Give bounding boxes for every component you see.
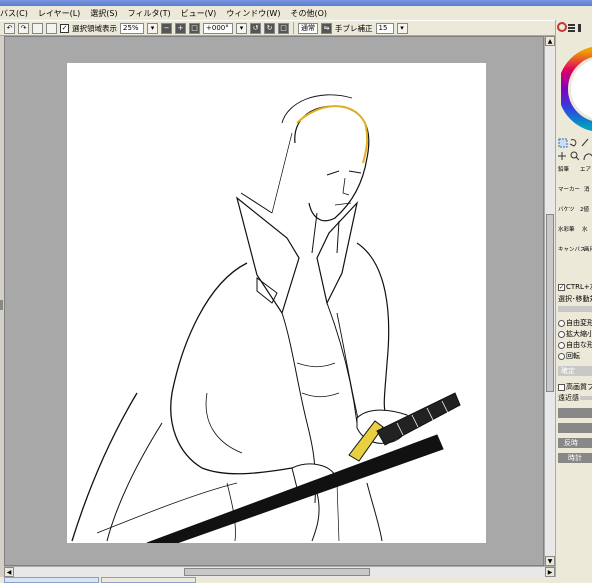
radio-scale[interactable]: 拡大縮小 (558, 329, 592, 339)
tool-binary-pen[interactable]: 2値 (580, 207, 589, 213)
ctrl-option-label: CTRL+左 (566, 283, 592, 291)
invert-selection-button[interactable] (46, 22, 57, 34)
move-target-select[interactable] (558, 306, 592, 312)
move-target-label: 選択･移動対 (558, 295, 592, 303)
rotate-reset-button[interactable]: □ (278, 22, 289, 34)
ctrl-checkbox[interactable]: ✓ (558, 283, 565, 291)
tool-airbrush[interactable]: エア (580, 167, 591, 173)
zoom-in-button[interactable]: + (175, 22, 186, 34)
radio-rotate[interactable]: 回転 (558, 351, 580, 361)
rotate-right-button[interactable]: ↻ (264, 22, 275, 34)
menu-layer[interactable]: レイヤー(L) (38, 8, 86, 19)
radio-free-transform[interactable]: 自由変形 (558, 318, 592, 328)
document-tab-active[interactable] (4, 577, 99, 583)
ctrl-option-row[interactable]: ✓CTRL+左 (558, 282, 592, 292)
line-art-illustration (71, 94, 461, 543)
canvas-area[interactable] (4, 36, 544, 566)
tool-pencil[interactable]: 鉛筆 (558, 167, 569, 173)
tool-water[interactable]: 水 (582, 227, 588, 233)
tool-eraser[interactable]: 消 (584, 187, 590, 193)
flip-vertical-button[interactable] (558, 423, 592, 433)
mode-field[interactable]: 通常 (298, 22, 318, 34)
menu-view[interactable]: ビュー(V) (181, 8, 223, 19)
scroll-right-icon[interactable]: ▶ (545, 567, 555, 577)
show-selection-label: 選択領域表示 (72, 23, 117, 33)
paper-canvas[interactable] (67, 63, 486, 543)
zoom-out-button[interactable]: − (161, 22, 172, 34)
quality-checkbox[interactable] (558, 383, 565, 391)
show-selection-checkbox[interactable]: ✓ (60, 23, 69, 33)
tool-drawing-paper[interactable]: 画用 (584, 247, 592, 253)
undo-button[interactable]: ↶ (4, 22, 15, 34)
horizontal-scrollbar[interactable]: ◀ ▶ (4, 566, 555, 577)
menu-other[interactable]: その他(O) (290, 8, 333, 19)
rotate-cw-button[interactable]: 時計 (558, 453, 592, 463)
menu-filter[interactable]: フィルタ(T) (128, 8, 177, 19)
stabilizer-field[interactable]: 15 (375, 22, 394, 34)
splitter-handle[interactable] (0, 300, 3, 310)
flip-button[interactable]: ⇋ (321, 22, 332, 34)
scroll-up-icon[interactable]: ▲ (545, 36, 555, 46)
flip-horizontal-button[interactable] (558, 408, 592, 418)
rotate-left-button[interactable]: ↺ (250, 22, 261, 34)
menu-bar: バス(C) レイヤー(L) 選択(S) フィルタ(T) ビュー(V) ウィンドウ… (0, 6, 592, 20)
vertical-scrollbar[interactable]: ▲ ▼ (544, 36, 555, 566)
toolbar: ↶ ↷ ✓ 選択領域表示 25% ▾ − + □ +000° ▾ ↺ ↻ □ 通… (0, 20, 592, 36)
perspective-label: 遠近感 (558, 394, 579, 402)
zoom-reset-button[interactable]: □ (189, 22, 200, 34)
color-wheel-icon[interactable] (561, 34, 592, 144)
vertical-scroll-thumb[interactable] (546, 214, 554, 392)
tool-panel: 鉛筆 エア マーカー 消 バケツ 2値 水彩筆 水 キャンバス 画用 ✓CTRL… (555, 20, 592, 577)
menu-window[interactable]: ウィンドウ(W) (226, 8, 286, 19)
stabilizer-dropdown-icon[interactable]: ▾ (396, 22, 408, 34)
color-mode-icons (557, 22, 581, 32)
redo-button[interactable]: ↷ (18, 22, 29, 34)
menu-select[interactable]: 選択(S) (90, 8, 123, 19)
toolbar-divider (293, 22, 294, 34)
document-tab[interactable] (101, 577, 196, 583)
menu-canvas[interactable]: バス(C) (0, 8, 34, 19)
confirm-button[interactable]: 確定 (558, 366, 592, 376)
rotation-field[interactable]: +000° (203, 22, 233, 34)
horizontal-scroll-thumb[interactable] (184, 568, 370, 576)
stabilizer-label: 手ブレ補正 (335, 23, 373, 33)
tool-bucket[interactable]: バケツ (558, 207, 575, 213)
rotation-dropdown-icon[interactable]: ▾ (236, 22, 247, 34)
tool-canvas-acrylic[interactable]: キャンバス (558, 247, 586, 253)
radio-free-shape[interactable]: 自由な形 (558, 340, 592, 350)
perspective-slider[interactable] (580, 396, 592, 400)
scroll-left-icon[interactable]: ◀ (4, 567, 14, 577)
paint-tool-window: バス(C) レイヤー(L) 選択(S) フィルタ(T) ビュー(V) ウィンドウ… (0, 0, 592, 583)
quality-preview-row[interactable]: 高画質プ (558, 382, 592, 392)
tool-marker[interactable]: マーカー (558, 187, 580, 193)
zoom-field[interactable]: 25% (120, 22, 144, 34)
status-bar (0, 577, 592, 583)
tool-watercolor[interactable]: 水彩筆 (558, 227, 575, 233)
selection-tool-icons[interactable] (558, 138, 592, 162)
zoom-dropdown-icon[interactable]: ▾ (147, 22, 158, 34)
deselect-button[interactable] (32, 22, 43, 34)
scroll-down-icon[interactable]: ▼ (545, 556, 555, 566)
rotate-ccw-button[interactable]: 反時 (558, 438, 592, 448)
